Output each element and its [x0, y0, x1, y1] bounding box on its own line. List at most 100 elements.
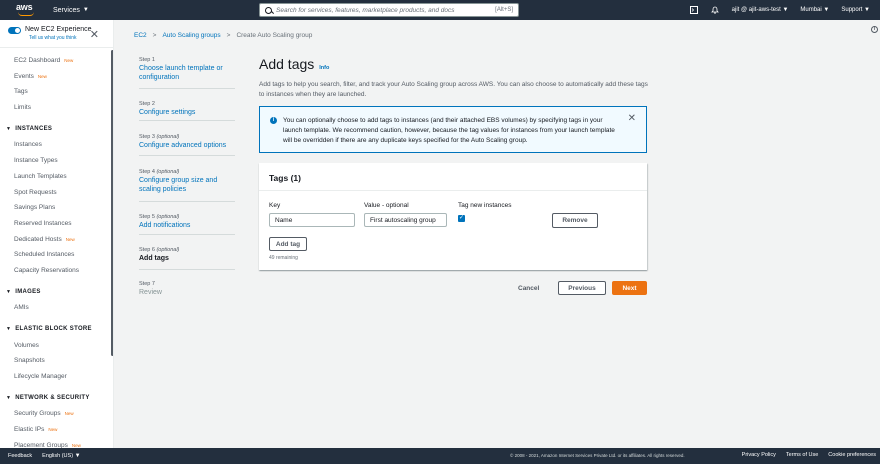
sidebar-item-label: Lifecycle Manager — [14, 373, 67, 381]
aws-logo[interactable]: aws — [16, 2, 38, 18]
sidebar-item[interactable]: Instance Types — [0, 153, 113, 169]
sidebar-item[interactable]: Security Groups New — [0, 406, 113, 422]
wizard-step[interactable]: Step 1 Choose launch template or configur… — [139, 57, 235, 82]
feedback-button[interactable]: Feedback — [8, 453, 32, 459]
tag-value-input[interactable] — [364, 213, 447, 227]
next-button[interactable]: Next — [612, 281, 647, 295]
wizard-step-number-text: Step 7 — [139, 281, 155, 287]
terms-of-use-link[interactable]: Terms of Use — [786, 452, 818, 458]
tag-key-input[interactable] — [269, 213, 355, 227]
support-menu[interactable]: Support ▼ — [841, 7, 870, 13]
sidebar-item[interactable]: Spot Requests — [0, 185, 113, 201]
wizard-step-number: Step 3 (optional) — [139, 134, 235, 140]
search-box[interactable]: [Alt+S] — [259, 3, 519, 17]
sidebar-item-label: Tags — [14, 88, 28, 96]
sidebar-scrollbar[interactable] — [111, 50, 113, 356]
wizard-step-optional: (optional) — [156, 247, 180, 253]
sidebar-section-header[interactable]: ▼ IMAGES — [0, 285, 113, 301]
caret-down-icon: ▼ — [82, 7, 89, 13]
step-divider — [139, 120, 235, 121]
wizard-step[interactable]: Step 4 (optional) Configure group size an… — [139, 169, 235, 194]
copyright-text: © 2008 - 2021, Amazon Internet Services … — [510, 453, 685, 458]
sidebar-item[interactable]: Volumes — [0, 338, 113, 354]
sidebar-item-label: Security Groups — [14, 410, 61, 418]
caret-down-icon: ▼ — [782, 7, 789, 13]
alert-text: You can optionally choose to add tags to… — [283, 117, 615, 144]
caret-down-icon: ▼ — [6, 288, 12, 295]
search-shortcut: [Alt+S] — [495, 7, 513, 13]
add-tag-button[interactable]: Add tag — [269, 237, 307, 251]
sidebar-item-label: Instance Types — [14, 157, 58, 165]
feedback-link[interactable]: Tell us what you think — [29, 35, 92, 41]
caret-down-icon: ▼ — [823, 7, 830, 13]
wizard-step[interactable]: Step 3 (optional) Configure advanced opti… — [139, 134, 235, 150]
close-icon[interactable]: ✕ — [90, 28, 99, 41]
wizard-step-number: Step 7 — [139, 281, 235, 287]
language-selector[interactable]: English (US) ▼ — [42, 453, 80, 459]
cloudshell-icon[interactable] — [690, 6, 699, 15]
wizard-step-optional: (optional) — [156, 169, 180, 175]
region-menu[interactable]: Mumbai ▼ — [800, 7, 829, 13]
sidebar-item[interactable]: Savings Plans — [0, 200, 113, 216]
remove-tag-button[interactable]: Remove — [552, 213, 598, 228]
sidebar-section-header[interactable]: ▼ ELASTIC BLOCK STORE — [0, 322, 113, 338]
breadcrumb-ec2[interactable]: EC2 — [134, 32, 147, 39]
close-icon[interactable]: ✕ — [628, 113, 636, 124]
wizard-step-label[interactable]: Configure settings — [139, 108, 235, 117]
wizard-step-number-text: Step 4 — [139, 169, 155, 175]
sidebar-item[interactable]: Elastic IPs New — [0, 422, 113, 438]
caret-down-icon: ▼ — [864, 7, 870, 13]
wizard-step: Step 6 (optional) Add tags — [139, 247, 235, 263]
new-experience-toggle[interactable] — [8, 27, 21, 34]
sidebar-item[interactable]: Tags — [0, 84, 113, 100]
sidebar-item[interactable]: Lifecycle Manager — [0, 369, 113, 385]
sidebar-item[interactable]: EC2 Dashboard New — [0, 53, 113, 69]
privacy-policy-link[interactable]: Privacy Policy — [742, 452, 776, 458]
sidebar-item[interactable]: Placement Groups New — [0, 438, 113, 448]
support-label: Support — [841, 7, 863, 13]
page-description: Add tags to help you search, filter, and… — [259, 81, 648, 98]
sidebar-section-header[interactable]: ▼ INSTANCES — [0, 122, 113, 138]
help-info-icon[interactable]: i — [871, 26, 878, 33]
wizard-step[interactable]: Step 5 (optional) Add notifications — [139, 214, 235, 230]
info-link[interactable]: Info — [319, 65, 329, 71]
caret-down-icon: ▼ — [6, 326, 12, 332]
wizard-step-number-text: Step 2 — [139, 101, 155, 107]
sidebar-item[interactable]: Limits — [0, 100, 113, 116]
wizard-step[interactable]: Step 2 Configure settings — [139, 101, 235, 117]
sidebar-item-label: AMIs — [14, 304, 29, 312]
wizard-step-number: Step 6 (optional) — [139, 247, 235, 253]
sidebar-item-label: Elastic IPs — [14, 426, 45, 434]
sidebar-item[interactable]: Scheduled Instances — [0, 247, 113, 263]
nav-list: EC2 Dashboard New Events New Tags Limits ▼ INST… — [0, 48, 113, 448]
cancel-button[interactable]: Cancel — [518, 281, 539, 295]
sidebar-item[interactable]: Instances — [0, 137, 113, 153]
nav-right-group: ajit @ ajit-aws-test ▼ Mumbai ▼ Support … — [690, 0, 870, 20]
previous-button[interactable]: Previous — [558, 281, 606, 295]
sidebar-item[interactable]: Snapshots — [0, 353, 113, 369]
sidebar-section-header[interactable]: ▼ NETWORK & SECURITY — [0, 391, 113, 407]
services-menu[interactable]: Services ▼ — [53, 7, 89, 14]
notifications-bell-icon[interactable] — [711, 6, 720, 15]
tag-new-instances-checkbox[interactable]: ✓ — [458, 215, 465, 222]
sidebar-item-label: Dedicated Hosts — [14, 235, 62, 243]
sidebar-item[interactable]: AMIs — [0, 300, 113, 316]
tags-panel: Tags (1) Key Value - optional Tag new in… — [259, 163, 647, 270]
sidebar-item[interactable]: Launch Templates — [0, 169, 113, 185]
sidebar-item[interactable]: Events New — [0, 69, 113, 85]
sidebar-item-label: Savings Plans — [14, 204, 56, 212]
search-input[interactable] — [276, 6, 496, 14]
sidebar-item[interactable]: Capacity Reservations — [0, 263, 113, 279]
wizard-step-label[interactable]: Choose launch template or configuration — [139, 64, 235, 82]
wizard-step-label[interactable]: Add notifications — [139, 221, 235, 230]
account-menu[interactable]: ajit @ ajit-aws-test ▼ — [732, 7, 789, 13]
wizard-step-label[interactable]: Configure advanced options — [139, 141, 235, 150]
breadcrumb-auto-scaling-groups[interactable]: Auto Scaling groups — [162, 32, 220, 39]
sidebar-item[interactable]: Dedicated Hosts New — [0, 232, 113, 248]
page-title: Add tags — [259, 56, 315, 72]
wizard-step-number-text: Step 1 — [139, 57, 155, 63]
wizard-step-label[interactable]: Configure group size and scaling policie… — [139, 176, 235, 194]
wizard-step-optional: (optional) — [156, 134, 180, 140]
cookie-preferences-link[interactable]: Cookie preferences — [828, 452, 876, 458]
sidebar-item[interactable]: Reserved Instances — [0, 216, 113, 232]
